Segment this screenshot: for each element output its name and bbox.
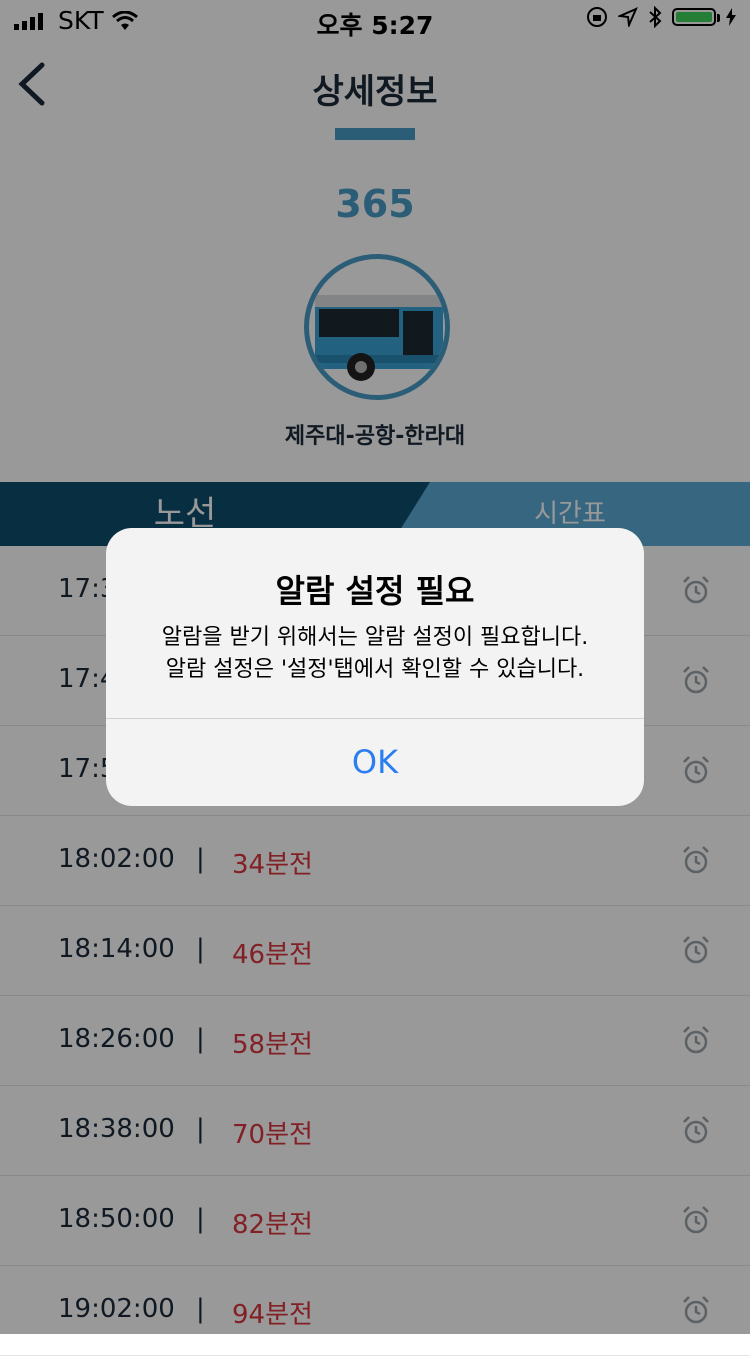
alert-message-line: 알람 설정은 '설정'탭에서 확인할 수 있습니다. [165, 657, 585, 682]
alert-message-line: 알람을 받기 위해서는 알람 설정이 필요합니다. [161, 625, 589, 650]
alert-message: 알람을 받기 위해서는 알람 설정이 필요합니다. 알람 설정은 '설정'탭에서… [106, 622, 644, 686]
alert-dialog: 알람 설정 필요 알람을 받기 위해서는 알람 설정이 필요합니다. 알람 설정… [106, 528, 644, 806]
alert-title: 알람 설정 필요 [275, 572, 475, 610]
ok-button[interactable]: OK [106, 719, 644, 806]
